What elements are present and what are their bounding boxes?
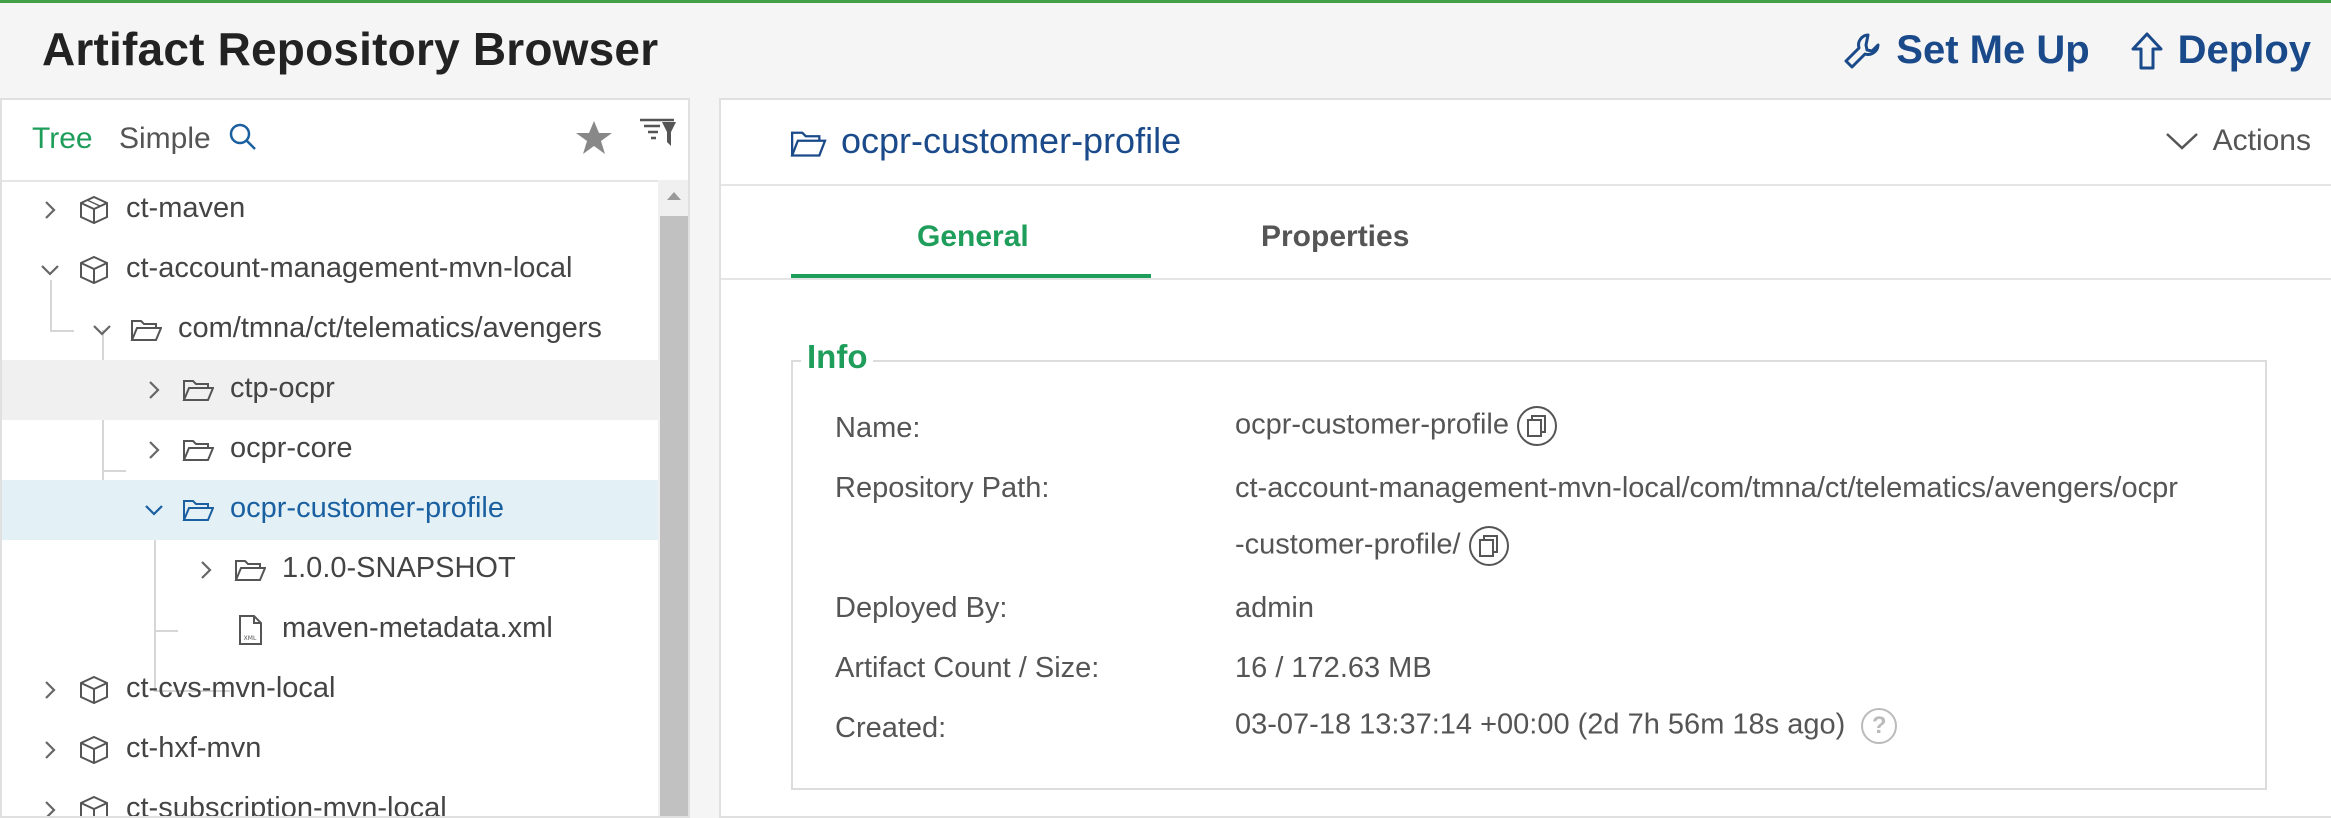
deploy-label: Deploy — [2177, 28, 2311, 72]
chevron-right-icon[interactable] — [38, 678, 62, 702]
scroll-up-arrow-icon[interactable] — [658, 180, 688, 212]
details-header: ocpr-customer-profile Actions — [721, 100, 2331, 186]
tree-item-label: ct-maven — [126, 192, 246, 224]
deploy-button[interactable]: Deploy — [2130, 28, 2311, 73]
xml-file-icon: XML — [239, 615, 262, 645]
repository-path-value-line2: -customer-profile/ — [1235, 528, 1461, 561]
top-accent-line — [0, 0, 2331, 3]
chevron-down-icon[interactable] — [142, 498, 166, 522]
package-icon — [80, 195, 108, 225]
copy-icon — [1526, 415, 1546, 437]
chevron-down-icon[interactable] — [90, 318, 114, 342]
info-legend: Info — [801, 338, 874, 376]
repository-path-label: Repository Path: — [835, 472, 1050, 504]
created-label: Created: — [835, 712, 947, 744]
folder-open-icon — [182, 500, 214, 521]
repository-path-value-line1: ct-account-management-mvn-local/com/tmna… — [1235, 472, 2178, 504]
tab-tree[interactable]: Tree — [32, 122, 93, 156]
copy-path-button[interactable] — [1468, 526, 1509, 566]
folder-icon — [182, 440, 214, 461]
chevron-right-icon[interactable] — [38, 198, 62, 222]
scroll-thumb[interactable] — [660, 216, 688, 816]
tree-item-ct-cvs-mvn-local[interactable]: ct-cvs-mvn-local — [2, 660, 658, 720]
svg-text:XML: XML — [244, 635, 257, 642]
actions-dropdown[interactable]: Actions — [2165, 124, 2311, 158]
package-icon — [80, 675, 108, 705]
repository-path-value-wrap: -customer-profile/ — [1235, 526, 1509, 566]
deployed-by-value: admin — [1235, 592, 1314, 624]
folder-icon — [182, 380, 214, 401]
tree-panel: Tree Simple ct-maven ct-account-manageme… — [0, 98, 690, 818]
favorites-star-icon[interactable] — [574, 118, 614, 163]
tree-item-ctp-ocpr[interactable]: ctp-ocpr — [2, 360, 658, 420]
tree-scrollbar[interactable] — [658, 180, 688, 816]
package-icon — [80, 255, 108, 285]
tab-properties[interactable]: Properties — [1261, 220, 1409, 254]
folder-icon — [234, 560, 266, 581]
chevron-right-icon[interactable] — [142, 378, 166, 402]
info-section: Info Name: ocpr-customer-profile Reposit… — [791, 338, 2267, 790]
tab-simple[interactable]: Simple — [119, 122, 211, 156]
tree-item-label: ct-cvs-mvn-local — [126, 672, 336, 704]
set-me-up-label: Set Me Up — [1896, 28, 2090, 72]
tree-item-label: ctp-ocpr — [230, 372, 335, 404]
created-value-wrap: 03-07-18 13:37:14 +00:00 (2d 7h 56m 18s … — [1235, 708, 1898, 744]
header-actions: Set Me Up Deploy — [1842, 28, 2311, 73]
copy-name-button[interactable] — [1516, 406, 1557, 446]
page-title: Artifact Repository Browser — [42, 23, 659, 75]
tree-item-ocpr-core[interactable]: ocpr-core — [2, 420, 658, 480]
folder-open-icon — [790, 131, 827, 157]
wrench-icon — [1844, 33, 1880, 68]
tree-item-label: ocpr-core — [230, 432, 353, 464]
details-title: ocpr-customer-profile — [841, 120, 1182, 161]
active-tab-indicator — [791, 274, 1151, 278]
upload-arrow-icon — [2131, 32, 2163, 69]
created-value: 03-07-18 13:37:14 +00:00 (2d 7h 56m 18s … — [1235, 708, 1846, 741]
copy-icon — [1478, 535, 1498, 557]
name-value-wrap: ocpr-customer-profile — [1235, 406, 1557, 446]
set-me-up-button[interactable]: Set Me Up — [1842, 28, 2090, 73]
chevron-right-icon[interactable] — [38, 798, 62, 818]
tree-item-ocpr-customer-profile[interactable]: ocpr-customer-profile — [2, 480, 658, 540]
tree-item-label: ct-subscription-mvn-local — [126, 792, 447, 818]
chevron-right-icon[interactable] — [194, 558, 218, 582]
tree-item-maven-metadata-xml[interactable]: XML maven-metadata.xml — [2, 600, 658, 660]
details-tabs: General Properties — [721, 186, 2331, 280]
tree-item-label: com/tmna/ct/telematics/avengers — [178, 312, 602, 344]
actions-label: Actions — [2212, 124, 2311, 157]
name-value: ocpr-customer-profile — [1235, 408, 1509, 441]
tree-item-label: ct-hxf-mvn — [126, 732, 262, 764]
tree-item-label: maven-metadata.xml — [282, 612, 553, 644]
artifact-count-label: Artifact Count / Size: — [835, 652, 1100, 684]
tree-item-avengers-path[interactable]: com/tmna/ct/telematics/avengers — [2, 300, 658, 360]
folder-open-icon — [130, 320, 162, 341]
name-label: Name: — [835, 412, 921, 444]
tree-item-label: 1.0.0-SNAPSHOT — [282, 552, 516, 584]
tree-item-ct-account-management-mvn-local[interactable]: ct-account-management-mvn-local — [2, 240, 658, 300]
details-panel: ocpr-customer-profile Actions General Pr… — [719, 98, 2331, 818]
filter-icon[interactable] — [638, 114, 678, 159]
chevron-down-icon[interactable] — [38, 258, 62, 282]
tree-toolbar: Tree Simple — [2, 100, 688, 182]
tree-item-ct-subscription-mvn-local[interactable]: ct-subscription-mvn-local — [2, 780, 658, 818]
deployed-by-label: Deployed By: — [835, 592, 1008, 624]
tree-item-1-0-0-snapshot[interactable]: 1.0.0-SNAPSHOT — [2, 540, 658, 600]
tree-item-label: ocpr-customer-profile — [230, 492, 504, 524]
artifact-count-value: 16 / 172.63 MB — [1235, 652, 1432, 684]
chevron-down-icon — [2165, 133, 2198, 150]
tab-general[interactable]: General — [917, 220, 1029, 254]
tree-item-ct-maven[interactable]: ct-maven — [2, 180, 658, 240]
chevron-right-icon[interactable] — [142, 438, 166, 462]
package-icon — [80, 795, 108, 816]
search-icon[interactable] — [228, 122, 258, 157]
tree-item-label: ct-account-management-mvn-local — [126, 252, 573, 284]
tree-item-ct-hxf-mvn[interactable]: ct-hxf-mvn — [2, 720, 658, 780]
help-icon[interactable]: ? — [1861, 708, 1898, 744]
chevron-right-icon[interactable] — [38, 738, 62, 762]
package-icon — [80, 735, 108, 765]
repository-tree: ct-maven ct-account-management-mvn-local… — [2, 180, 658, 818]
